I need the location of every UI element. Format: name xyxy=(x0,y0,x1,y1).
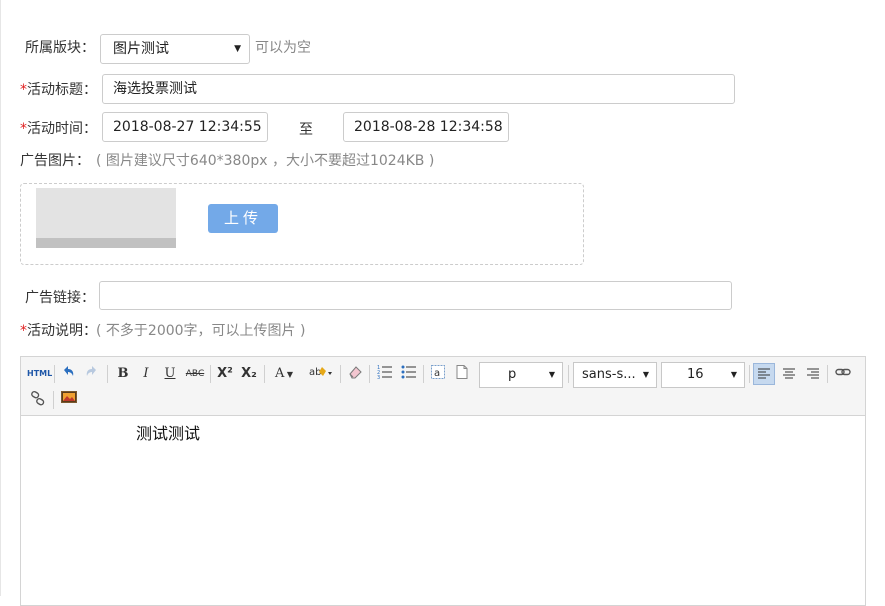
block-hint: 可以为空 xyxy=(255,40,311,56)
time-label-text: 活动时间： xyxy=(27,121,97,137)
svg-text:3: 3 xyxy=(377,375,380,380)
insert-image-icon[interactable] xyxy=(58,390,80,410)
block-label: 所属版块： xyxy=(25,40,95,56)
chevron-down-icon: ▼ xyxy=(548,370,555,379)
image-thumbnail-bar xyxy=(36,238,176,248)
required-mark: * xyxy=(20,121,27,137)
toolbar-separator xyxy=(264,365,265,383)
ad-link-label: 广告链接： xyxy=(25,290,95,306)
toolbar-separator xyxy=(53,391,54,409)
toolbar-separator xyxy=(210,365,211,383)
svg-text:a: a xyxy=(434,368,440,379)
italic-button[interactable]: I xyxy=(136,364,156,384)
start-time-input[interactable]: 2018-08-27 12:34:55 xyxy=(102,112,268,142)
required-mark: * xyxy=(20,323,27,339)
block-select[interactable]: 图片测试 ▼ xyxy=(100,34,250,64)
editor-content[interactable]: 测试测试 xyxy=(136,423,200,445)
description-hint: ( 不多于2000字，可以上传图片 ) xyxy=(96,323,306,339)
rich-text-editor: HTML B I U ABC X² X₂ A ▼ ab 123 a p ▼ sa… xyxy=(20,356,866,606)
link-icon[interactable] xyxy=(832,364,854,384)
title-label-text: 活动标题： xyxy=(27,82,97,98)
title-input[interactable]: 海选投票测试 xyxy=(102,74,735,104)
html-source-button[interactable]: HTML xyxy=(27,364,52,384)
font-size-value: 16 xyxy=(687,367,704,382)
underline-button[interactable]: U xyxy=(160,364,180,384)
align-center-icon[interactable] xyxy=(778,364,800,384)
ordered-list-icon[interactable]: 123 xyxy=(375,364,395,384)
toolbar-separator xyxy=(369,365,370,383)
toolbar-separator xyxy=(568,365,569,383)
unlink-icon[interactable] xyxy=(27,390,49,410)
text-box-icon[interactable]: a xyxy=(428,364,448,384)
editor-toolbar: HTML B I U ABC X² X₂ A ▼ ab 123 a p ▼ sa… xyxy=(21,357,865,416)
chevron-down-icon: ▼ xyxy=(234,44,241,54)
title-label: *活动标题： xyxy=(20,80,97,100)
font-color-icon: A xyxy=(274,366,285,381)
paragraph-format-select[interactable]: p ▼ xyxy=(479,362,563,388)
chevron-down-icon: ▼ xyxy=(730,370,737,379)
time-label: *活动时间： xyxy=(20,119,97,139)
description-label: *活动说明： xyxy=(20,321,97,341)
highlight-color-icon[interactable]: ab xyxy=(303,364,337,384)
font-family-value: sans-s... xyxy=(582,367,636,382)
eraser-icon[interactable] xyxy=(345,364,365,384)
font-color-button[interactable]: A ▼ xyxy=(269,364,299,384)
required-mark: * xyxy=(20,82,27,98)
undo-icon[interactable] xyxy=(58,364,78,384)
ad-image-label: 广告图片： xyxy=(20,153,90,169)
toolbar-separator xyxy=(423,365,424,383)
block-select-value: 图片测试 xyxy=(113,41,169,57)
upload-button[interactable]: 上传 xyxy=(208,204,278,233)
redo-icon[interactable] xyxy=(82,364,102,384)
description-label-text: 活动说明： xyxy=(27,323,97,339)
ad-link-input[interactable] xyxy=(99,281,732,310)
paragraph-format-value: p xyxy=(508,367,517,382)
page-left-border xyxy=(0,0,1,596)
new-document-icon[interactable] xyxy=(452,364,472,384)
superscript-button[interactable]: X² xyxy=(214,364,236,384)
toolbar-separator xyxy=(827,365,828,383)
align-right-icon[interactable] xyxy=(802,364,824,384)
chevron-down-icon: ▼ xyxy=(642,370,649,379)
align-left-icon[interactable] xyxy=(753,363,775,385)
toolbar-separator xyxy=(54,365,55,383)
toolbar-separator xyxy=(340,365,341,383)
end-time-input[interactable]: 2018-08-28 12:34:58 xyxy=(343,112,509,142)
toolbar-separator xyxy=(749,365,750,383)
strikethrough-button[interactable]: ABC xyxy=(183,364,207,384)
time-separator: 至 xyxy=(299,122,313,138)
subscript-button[interactable]: X₂ xyxy=(238,364,260,384)
font-size-select[interactable]: 16 ▼ xyxy=(661,362,745,388)
bold-button[interactable]: B xyxy=(113,364,133,384)
ad-image-hint: ( 图片建议尺寸640*380px ，大小不要超过1024KB ) xyxy=(96,153,435,169)
unordered-list-icon[interactable] xyxy=(399,364,419,384)
font-family-select[interactable]: sans-s... ▼ xyxy=(573,362,657,388)
toolbar-separator xyxy=(107,365,108,383)
